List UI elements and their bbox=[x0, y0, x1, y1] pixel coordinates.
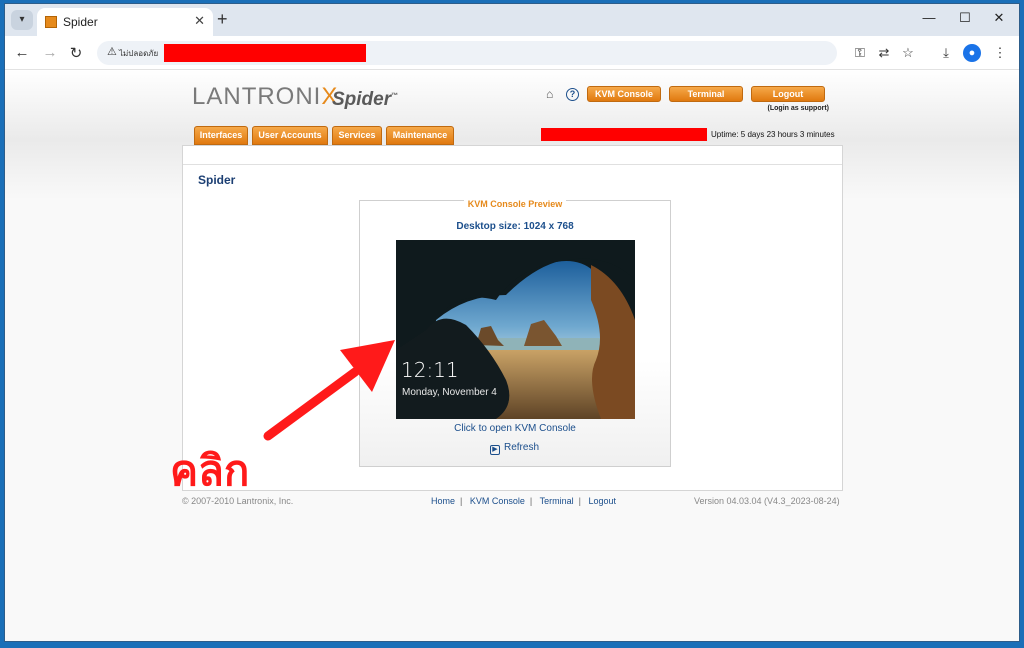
annotation-arrow bbox=[263, 340, 395, 441]
click-annotation-text: คลิก bbox=[170, 446, 250, 495]
